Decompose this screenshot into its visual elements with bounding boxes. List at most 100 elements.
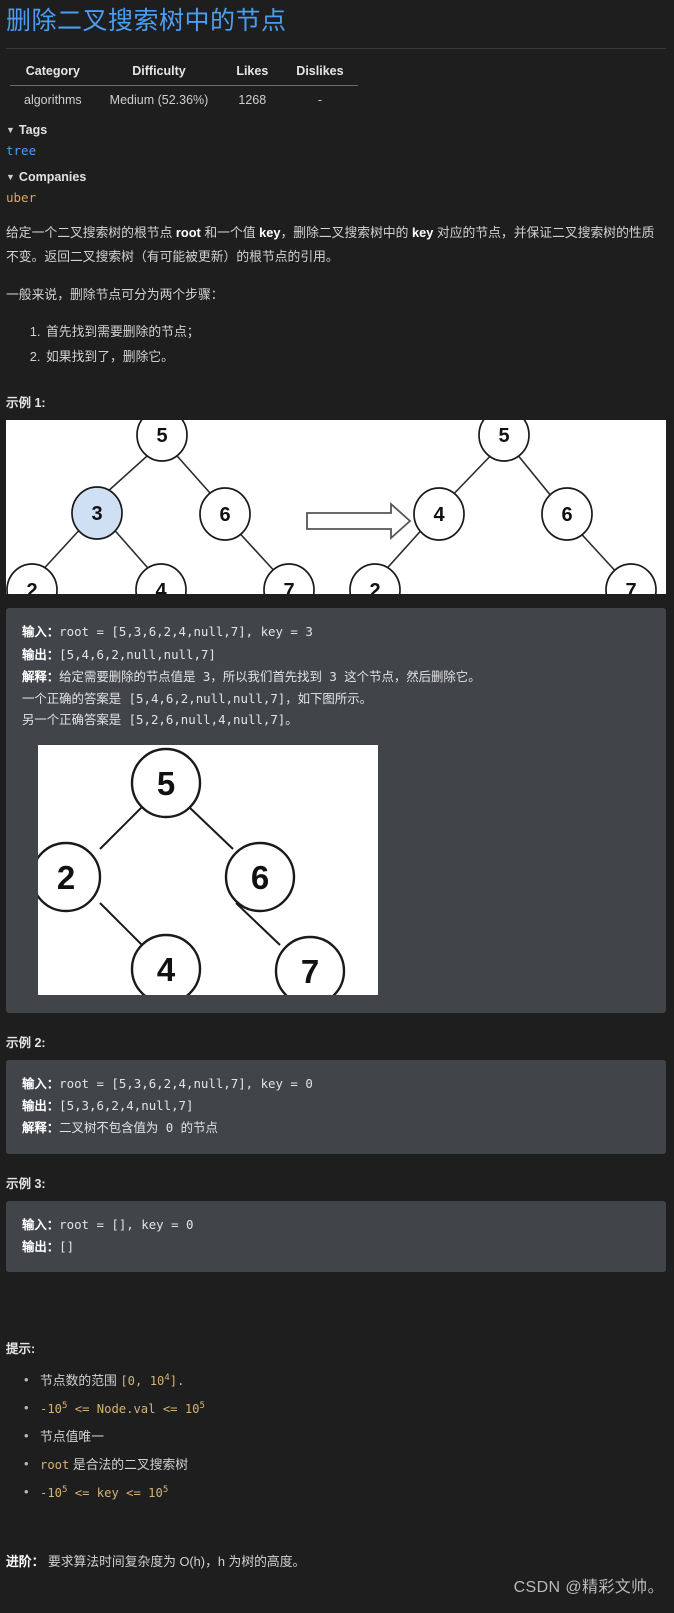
desc-code-key-1: key xyxy=(259,225,281,241)
hints-heading: 提示: xyxy=(6,1342,36,1357)
chevron-down-icon: ▼ xyxy=(6,125,15,136)
example-2-label: 示例 2: xyxy=(6,1035,46,1050)
chevron-down-icon: ▼ xyxy=(6,172,15,183)
list-item: 首先找到需要删除的节点； xyxy=(44,320,666,345)
column-header-category: Category xyxy=(10,60,96,87)
csdn-watermark: CSDN @精彩文帅。 xyxy=(513,1579,664,1596)
svg-text:7: 7 xyxy=(283,580,294,594)
desc-code-key-2: key xyxy=(412,225,434,241)
company-item-uber[interactable]: uber xyxy=(6,190,36,205)
cell-dislikes: - xyxy=(317,93,323,108)
code-line: 解释：二叉树不包含值为 0 的节点 xyxy=(22,1117,650,1139)
cell-likes: 1268 xyxy=(238,93,267,108)
column-header-dislikes: Dislikes xyxy=(282,60,358,87)
code-value: 另一个正确答案是 [5,2,6,null,4,null,7]。 xyxy=(22,712,298,728)
code-value: [5,4,6,2,null,null,7] xyxy=(59,646,216,662)
code-value: root = [5,3,6,2,4,null,7], key = 3 xyxy=(59,624,313,640)
list-item: -105 <= key <= 105 xyxy=(24,1478,674,1507)
code-value: 二叉树不包含值为 0 的节点 xyxy=(59,1120,218,1136)
problem-page: 删除二叉搜索树中的节点 Category Difficulty Likes Di… xyxy=(0,0,674,1613)
code-value: [] xyxy=(59,1239,75,1255)
code-label-output: 输出： xyxy=(22,1240,60,1255)
example-1-label: 示例 1: xyxy=(6,396,46,411)
code-label-input: 输入： xyxy=(22,1076,60,1091)
svg-text:5: 5 xyxy=(157,765,175,802)
advance-label: 进阶： xyxy=(6,1553,45,1569)
desc-text-c: 和一个值 xyxy=(200,225,260,241)
code-line: 输出：[5,3,6,2,4,null,7] xyxy=(22,1095,650,1117)
hint-code-post: ]. xyxy=(169,1374,185,1389)
hint-code-mid: <= key <= 10 xyxy=(67,1486,163,1501)
code-line: 输入：root = [], key = 0 xyxy=(22,1214,650,1236)
transform-arrow-icon xyxy=(306,502,412,541)
svg-text:6: 6 xyxy=(561,504,572,526)
hint-code: root xyxy=(40,1458,70,1473)
description-steps: 首先找到需要删除的节点； 如果找到了，删除它。 xyxy=(10,320,666,370)
svg-text:3: 3 xyxy=(91,503,102,525)
code-label-explain: 解释： xyxy=(22,1121,60,1136)
tags-section-header[interactable]: ▼ Tags xyxy=(6,123,674,137)
example-2-code-block: 输入：root = [5,3,6,2,4,null,7], key = 0 输出… xyxy=(6,1059,666,1154)
code-line: 输出：[5,4,6,2,null,null,7] xyxy=(22,644,650,666)
code-line: 另一个正确答案是 [5,2,6,null,4,null,7]。 xyxy=(22,709,650,730)
hint-code-sup2: 5 xyxy=(162,1484,169,1495)
table-header-row: Category Difficulty Likes Dislikes xyxy=(10,60,358,87)
hint-code-text: -10 xyxy=(40,1486,63,1501)
bst-result-diagram: 5 2 6 4 7 xyxy=(38,744,378,995)
hint-code-sup2: 5 xyxy=(199,1401,205,1412)
code-line: 输出：[] xyxy=(22,1236,650,1258)
example-3-code-block: 输入：root = [], key = 0 输出：[] xyxy=(6,1200,666,1273)
column-header-difficulty: Difficulty xyxy=(95,60,223,87)
svg-text:7: 7 xyxy=(301,953,319,990)
code-line: 输入：root = [5,3,6,2,4,null,7], key = 0 xyxy=(22,1073,650,1095)
description-paragraph-2: 一般来说，删除节点可分为两个步骤： xyxy=(6,286,224,302)
svg-text:7: 7 xyxy=(625,580,636,594)
cell-category: algorithms xyxy=(24,93,82,108)
svg-text:4: 4 xyxy=(433,504,445,526)
bst-delete-diagram: 5 3 6 2 4 7 5 4 6 2 7 xyxy=(6,420,666,595)
list-item: 节点数的范围 [0, 104]. xyxy=(24,1366,674,1395)
hint-code-text: -10 xyxy=(40,1402,63,1417)
svg-text:4: 4 xyxy=(155,580,167,594)
hint-text: 是合法的二叉搜索树 xyxy=(69,1457,189,1473)
code-value: 一个正确的答案是 [5,4,6,2,null,null,7]，如下图所示。 xyxy=(22,691,372,707)
companies-section-header[interactable]: ▼ Companies xyxy=(6,170,674,184)
svg-text:6: 6 xyxy=(251,859,269,896)
desc-text-e: ，删除二叉搜索树中的 xyxy=(280,225,413,241)
hint-code: -105 <= key <= 105 xyxy=(40,1484,169,1501)
svg-text:2: 2 xyxy=(57,859,75,896)
code-value: root = [], key = 0 xyxy=(59,1216,194,1232)
tags-heading-label: Tags xyxy=(18,123,48,138)
code-label-output: 输出： xyxy=(22,1099,60,1114)
bst-delete-svg: 5 3 6 2 4 7 5 4 6 2 7 xyxy=(6,420,657,595)
hints-list: 节点数的范围 [0, 104]. -105 <= Node.val <= 105… xyxy=(0,1366,674,1507)
code-value: root = [5,3,6,2,4,null,7], key = 0 xyxy=(59,1075,313,1091)
hint-code: -105 <= Node.val <= 105 xyxy=(40,1401,205,1417)
table-row: algorithms Medium (52.36%) 1268 - xyxy=(10,86,358,112)
svg-text:5: 5 xyxy=(156,425,167,447)
advance-text: 要求算法时间复杂度为 O(h)，h 为树的高度。 xyxy=(44,1553,306,1569)
column-header-likes: Likes xyxy=(222,60,283,87)
code-line: 输入：root = [5,3,6,2,4,null,7], key = 3 xyxy=(22,621,650,643)
tag-list: tree xyxy=(6,143,674,158)
code-value: [5,3,6,2,4,null,7] xyxy=(59,1098,194,1114)
companies-heading-label: Companies xyxy=(18,170,87,185)
list-item: 如果找到了，删除它。 xyxy=(44,345,666,370)
tag-item-tree[interactable]: tree xyxy=(6,143,36,158)
svg-text:5: 5 xyxy=(498,425,509,447)
page-title: 删除二叉搜索树中的节点 xyxy=(6,7,287,35)
list-item: 节点值唯一 xyxy=(24,1422,674,1451)
desc-code-root: root xyxy=(175,225,201,241)
svg-text:4: 4 xyxy=(157,951,176,988)
problem-meta-table: Category Difficulty Likes Dislikes algor… xyxy=(10,60,358,111)
desc-text-a: 给定一个二叉搜索树的根节点 xyxy=(6,225,176,241)
svg-text:2: 2 xyxy=(369,580,380,594)
advance-note: 进阶： 要求算法时间复杂度为 O(h)，h 为树的高度。 xyxy=(6,1551,674,1570)
example-3-label: 示例 3: xyxy=(6,1176,46,1191)
code-line: 一个正确的答案是 [5,4,6,2,null,null,7]，如下图所示。 xyxy=(22,688,650,709)
code-line: 解释：给定需要删除的节点值是 3，所以我们首先找到 3 这个节点，然后删除它。 xyxy=(22,666,650,688)
description-paragraph-1: 给定一个二叉搜索树的根节点 root 和一个值 key，删除二叉搜索树中的 ke… xyxy=(6,221,666,268)
svg-text:2: 2 xyxy=(26,580,37,594)
list-item: -105 <= Node.val <= 105 xyxy=(24,1394,674,1423)
hint-code-text: [0, 10 xyxy=(120,1374,165,1389)
